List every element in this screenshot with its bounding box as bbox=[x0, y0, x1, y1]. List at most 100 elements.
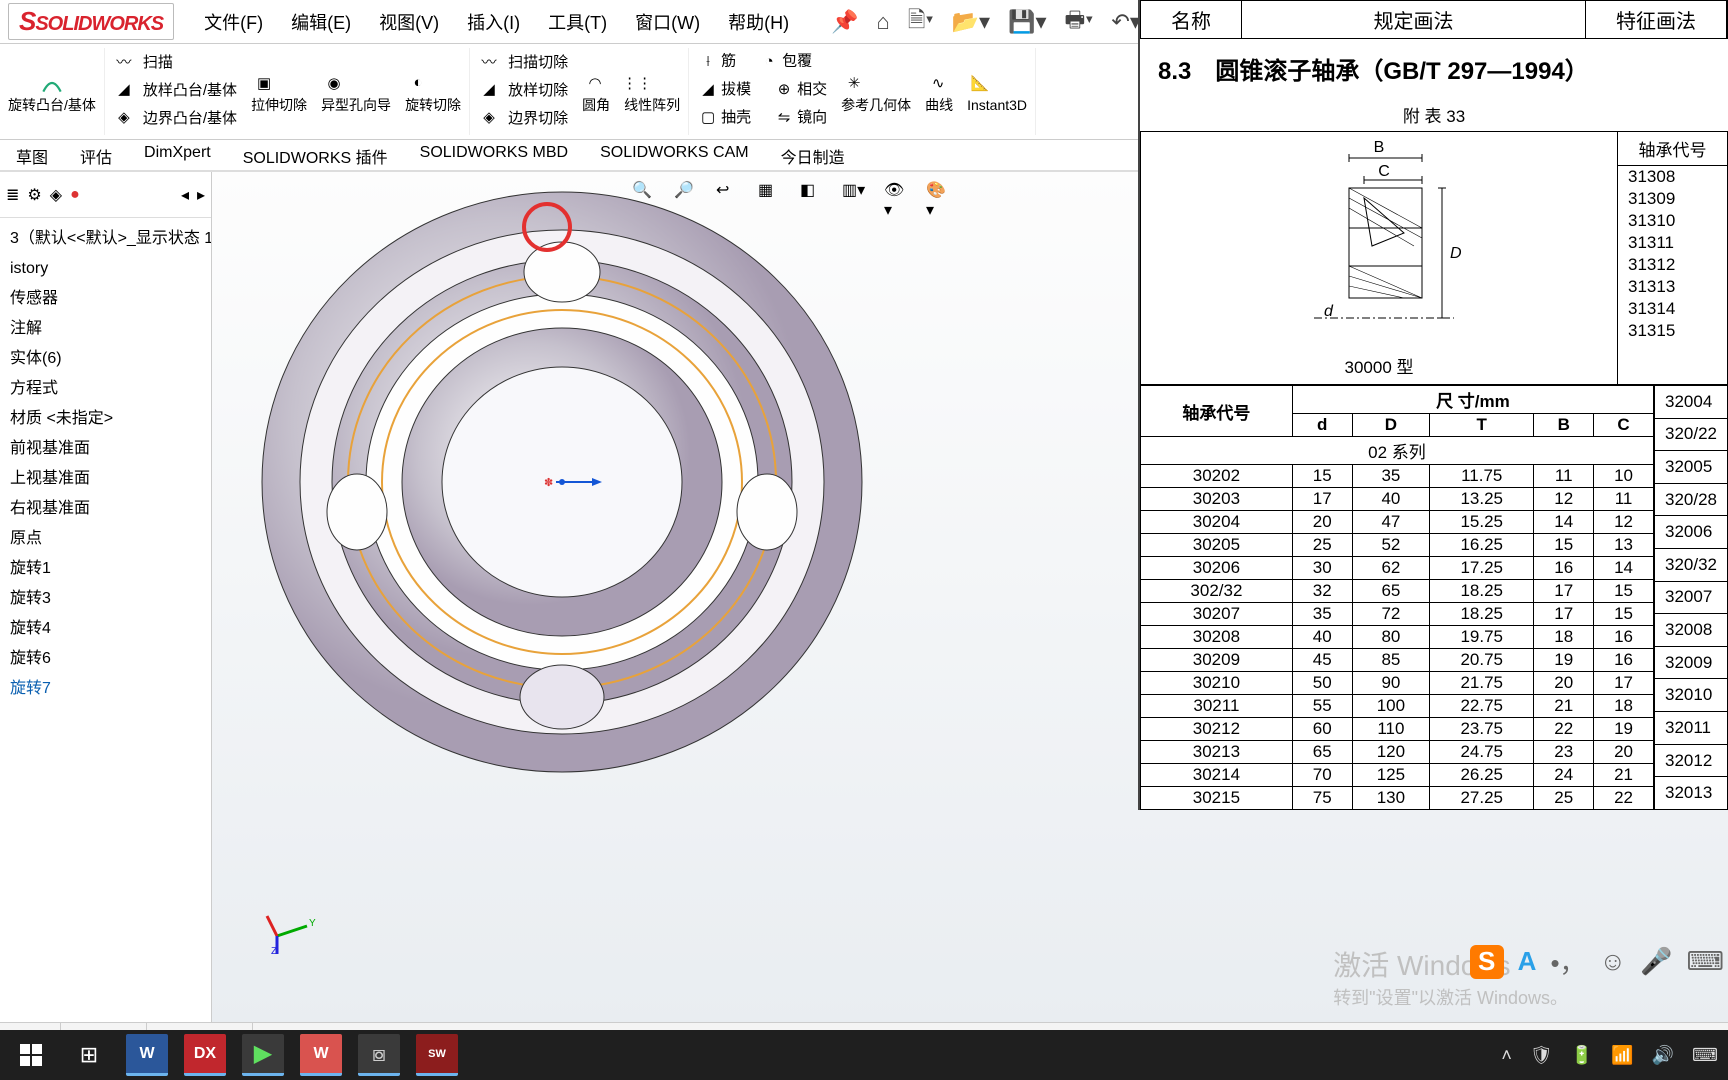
hole-wizard-icon[interactable]: ◉ bbox=[321, 70, 347, 96]
pin-icon[interactable]: 📌 bbox=[831, 9, 858, 35]
task-solidworks[interactable]: SW bbox=[416, 1034, 458, 1076]
tab-dimxpert[interactable]: DimXpert bbox=[128, 140, 227, 170]
menu-help[interactable]: 帮助(H) bbox=[716, 5, 801, 39]
tree-item[interactable]: 传感器 bbox=[6, 284, 211, 314]
boundary-cut-button[interactable]: ◈边界切除 bbox=[476, 104, 568, 130]
instant3d-button[interactable]: Instant3D bbox=[967, 98, 1027, 113]
wrap-button[interactable]: ◔包覆 bbox=[756, 48, 812, 74]
menu-window[interactable]: 窗口(W) bbox=[623, 5, 712, 39]
tab-cam[interactable]: SOLIDWORKS CAM bbox=[584, 140, 764, 170]
save-icon[interactable]: 💾▾ bbox=[1008, 9, 1046, 35]
sweep-button[interactable]: 〰扫描 bbox=[111, 48, 237, 74]
tray-up-icon[interactable]: ˄ bbox=[1501, 1045, 1512, 1066]
ime-keyboard-icon[interactable]: ⌨ bbox=[1686, 946, 1724, 977]
taskview-button[interactable]: ⊞ bbox=[68, 1034, 110, 1076]
system-tray[interactable]: ˄ 🛡 🔋 📶 🔊 ⌨ bbox=[1501, 1045, 1718, 1066]
undo-icon[interactable]: ↶▾ bbox=[1111, 9, 1140, 35]
rib-button[interactable]: ⟊筋 bbox=[695, 48, 736, 74]
draft-button[interactable]: ◢拔模 bbox=[695, 76, 751, 102]
tab-mbd[interactable]: SOLIDWORKS MBD bbox=[404, 140, 584, 170]
hole-wizard-button[interactable]: 异型孔向导 bbox=[321, 98, 391, 113]
ime-emoji-icon[interactable]: ☺ bbox=[1600, 946, 1627, 977]
tray-volume-icon[interactable]: 🔊 bbox=[1652, 1045, 1674, 1066]
task-record[interactable]: ⧇ bbox=[358, 1034, 400, 1076]
tree-item[interactable]: 注解 bbox=[6, 314, 211, 344]
tree-item[interactable]: 旋转4 bbox=[6, 614, 211, 644]
feature-tree[interactable]: 3（默认<<默认>_显示状态 1>） istory 传感器 注解 实体(6) 方… bbox=[0, 218, 211, 704]
tab-addins[interactable]: SOLIDWORKS 插件 bbox=[227, 140, 404, 170]
tree-item-selected[interactable]: 旋转7 bbox=[6, 674, 211, 704]
tree-item[interactable]: 右视基准面 bbox=[6, 494, 211, 524]
fillet-button[interactable]: 圆角 bbox=[582, 98, 610, 113]
tree-item[interactable]: 材质 <未指定> bbox=[6, 404, 211, 434]
tree-item[interactable]: 前视基准面 bbox=[6, 434, 211, 464]
menu-file[interactable]: 文件(F) bbox=[192, 5, 275, 39]
tray-lang-icon[interactable]: ⌨ bbox=[1692, 1045, 1718, 1066]
new-icon[interactable]: 🗎▾ bbox=[908, 3, 934, 41]
print-icon[interactable]: 🖶▾ bbox=[1064, 3, 1093, 41]
menu-tools[interactable]: 工具(T) bbox=[536, 5, 619, 39]
extrude-cut-button[interactable]: 拉伸切除 bbox=[251, 98, 307, 113]
fm-tab-arrow-right-icon[interactable]: ▸ bbox=[197, 185, 205, 205]
tree-root[interactable]: 3（默认<<默认>_显示状态 1>） bbox=[6, 224, 211, 254]
shell-button[interactable]: ▢抽壳 bbox=[695, 104, 751, 130]
menu-view[interactable]: 视图(V) bbox=[367, 5, 451, 39]
fillet-icon[interactable]: ◠ bbox=[582, 70, 608, 96]
revolve-cut-icon[interactable]: ◐ bbox=[405, 70, 431, 96]
linear-pattern-icon[interactable]: ⋮⋮ bbox=[624, 70, 650, 96]
tree-item[interactable]: istory bbox=[6, 254, 211, 284]
start-button[interactable] bbox=[10, 1034, 52, 1076]
table-cell: 14 bbox=[1534, 511, 1594, 534]
task-word[interactable]: W bbox=[126, 1034, 168, 1076]
tab-evaluate[interactable]: 评估 bbox=[64, 140, 128, 170]
mirror-button[interactable]: ⇋镜向 bbox=[771, 104, 827, 130]
tray-wifi-icon[interactable]: 📶 bbox=[1611, 1045, 1633, 1066]
menu-insert[interactable]: 插入(I) bbox=[455, 5, 532, 39]
tab-sketch[interactable]: 草图 bbox=[0, 140, 64, 170]
ref-geom-button[interactable]: 参考几何体 bbox=[841, 98, 911, 113]
ime-punct-icon[interactable]: •， bbox=[1550, 943, 1585, 980]
tray-shield-icon[interactable]: 🛡 bbox=[1530, 1045, 1553, 1066]
extrude-cut-icon[interactable]: ▣ bbox=[251, 70, 277, 96]
tree-item[interactable]: 原点 bbox=[6, 524, 211, 554]
revolve-cut-button[interactable]: 旋转切除 bbox=[405, 98, 461, 113]
ime-mode[interactable]: A bbox=[1518, 946, 1537, 977]
loft-button[interactable]: ◢放样凸台/基体 bbox=[111, 76, 237, 102]
ref-geom-icon[interactable]: ✳ bbox=[841, 70, 867, 96]
tree-item[interactable]: 旋转1 bbox=[6, 554, 211, 584]
ime-toolbar[interactable]: S A •， ☺ 🎤 ⌨ bbox=[1470, 943, 1724, 980]
boundary-button[interactable]: ◈边界凸台/基体 bbox=[111, 104, 237, 130]
th-B: B bbox=[1534, 414, 1594, 437]
revolve-boss-icon[interactable] bbox=[39, 70, 65, 96]
task-wps[interactable]: W bbox=[300, 1034, 342, 1076]
curves-button[interactable]: 曲线 bbox=[925, 98, 953, 113]
tray-battery-icon[interactable]: 🔋 bbox=[1571, 1045, 1593, 1066]
tab-today[interactable]: 今日制造 bbox=[765, 140, 861, 170]
tree-item[interactable]: 方程式 bbox=[6, 374, 211, 404]
fm-tab-config-icon[interactable]: ◈ bbox=[50, 185, 62, 205]
swept-cut-button[interactable]: 〰扫描切除 bbox=[476, 48, 568, 74]
fm-tab-arrow-left-icon[interactable]: ◂ bbox=[181, 185, 189, 205]
task-dx[interactable]: DX bbox=[184, 1034, 226, 1076]
windows-taskbar[interactable]: ⊞ W DX ▶ W ⧇ SW ˄ 🛡 🔋 📶 🔊 ⌨ bbox=[0, 1030, 1728, 1080]
fm-tab-appearance-icon[interactable]: ● bbox=[70, 186, 80, 204]
curves-icon[interactable]: ∿ bbox=[925, 70, 951, 96]
fm-tab-tree-icon[interactable]: ≣ bbox=[6, 185, 19, 205]
task-player[interactable]: ▶ bbox=[242, 1034, 284, 1076]
revolve-boss-button[interactable]: 旋转凸台/基体 bbox=[8, 98, 96, 113]
home-icon[interactable]: ⌂ bbox=[876, 9, 889, 35]
instant3d-icon[interactable]: 📐 bbox=[967, 70, 993, 96]
fm-tab-property-icon[interactable]: ⚙ bbox=[27, 185, 41, 205]
sogou-icon[interactable]: S bbox=[1470, 945, 1504, 979]
reference-document: 名称 规定画法 特征画法 8.3 圆锥滚子轴承（GB/T 297—1994） 附… bbox=[1138, 0, 1728, 810]
loft-cut-button[interactable]: ◢放样切除 bbox=[476, 76, 568, 102]
ime-voice-icon[interactable]: 🎤 bbox=[1640, 946, 1672, 977]
tree-item[interactable]: 实体(6) bbox=[6, 344, 211, 374]
tree-item[interactable]: 上视基准面 bbox=[6, 464, 211, 494]
open-icon[interactable]: 📂▾ bbox=[952, 9, 990, 35]
tree-item[interactable]: 旋转3 bbox=[6, 584, 211, 614]
intersect-button[interactable]: ⊕相交 bbox=[771, 76, 827, 102]
menu-edit[interactable]: 编辑(E) bbox=[279, 5, 363, 39]
tree-item[interactable]: 旋转6 bbox=[6, 644, 211, 674]
linear-pattern-button[interactable]: 线性阵列 bbox=[624, 98, 680, 113]
